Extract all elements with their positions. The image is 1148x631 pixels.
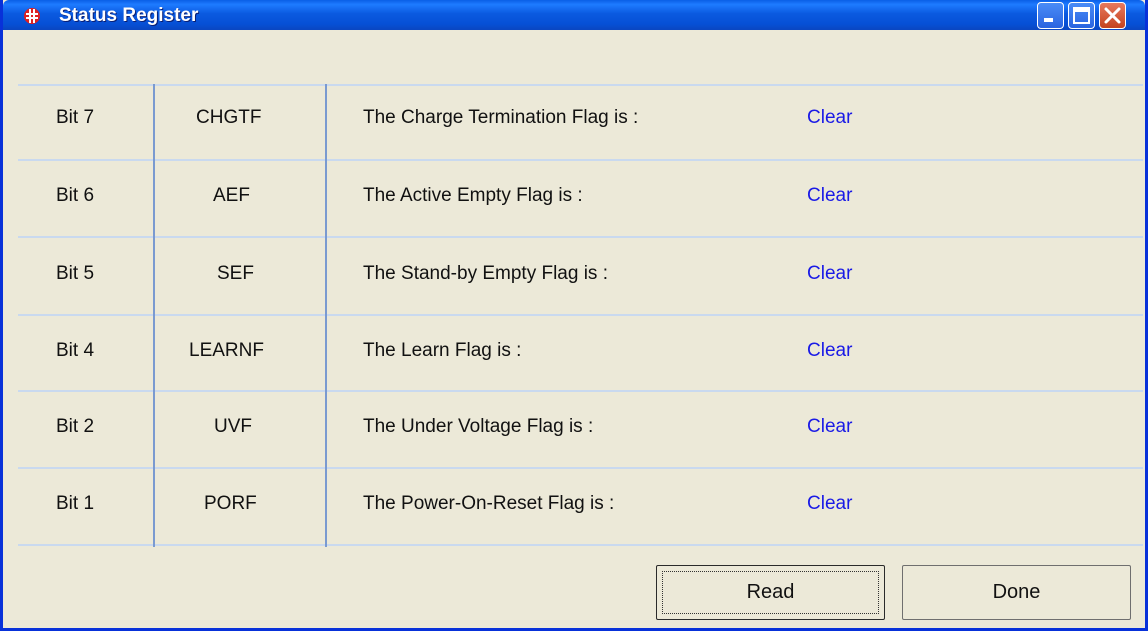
bit-label: Bit 4 xyxy=(56,340,95,361)
flag-description: The Charge Termination Flag is : xyxy=(363,107,639,128)
focus-ring xyxy=(662,571,879,614)
flag-name: PORF xyxy=(204,493,257,514)
row-divider xyxy=(18,467,1143,469)
maximize-button[interactable] xyxy=(1068,2,1095,29)
row-divider xyxy=(18,84,1143,86)
close-button[interactable] xyxy=(1099,2,1126,29)
flag-name: SEF xyxy=(217,263,254,284)
flag-description: The Learn Flag is : xyxy=(363,340,522,361)
flag-name: LEARNF xyxy=(189,340,264,361)
flag-name: CHGTF xyxy=(196,107,262,128)
flag-status: Clear xyxy=(807,416,853,437)
status-register-window: Status Register Bit 7 CHGTF The Charge T… xyxy=(0,0,1148,631)
flag-status: Clear xyxy=(807,493,853,514)
column-divider xyxy=(325,84,327,547)
title-bar[interactable]: Status Register xyxy=(3,0,1145,30)
done-button[interactable]: Done xyxy=(902,565,1131,620)
bit-label: Bit 5 xyxy=(56,263,95,284)
flag-name: AEF xyxy=(213,185,250,206)
bit-label: Bit 1 xyxy=(56,493,95,514)
bit-label: Bit 2 xyxy=(56,416,95,437)
flag-name: UVF xyxy=(214,416,252,437)
row-divider xyxy=(18,314,1143,316)
row-divider xyxy=(18,236,1143,238)
row-divider xyxy=(18,390,1143,392)
close-icon xyxy=(1104,7,1121,24)
maximize-icon xyxy=(1073,7,1090,24)
done-button-label: Done xyxy=(992,581,1041,603)
flag-status: Clear xyxy=(807,185,853,206)
row-divider xyxy=(18,159,1143,161)
flag-status: Clear xyxy=(807,340,853,361)
bit-label: Bit 7 xyxy=(56,107,95,128)
flag-description: The Stand-by Empty Flag is : xyxy=(363,263,608,284)
flag-description: The Under Voltage Flag is : xyxy=(363,416,594,437)
window-title: Status Register xyxy=(59,5,199,26)
row-divider xyxy=(18,544,1143,546)
column-divider xyxy=(153,84,155,547)
register-app-icon xyxy=(24,8,40,24)
bit-label: Bit 6 xyxy=(56,185,95,206)
minimize-button[interactable] xyxy=(1037,2,1064,29)
flag-description: The Power-On-Reset Flag is : xyxy=(363,493,615,514)
flag-description: The Active Empty Flag is : xyxy=(363,185,583,206)
read-button[interactable]: Read xyxy=(656,565,885,620)
minimize-icon xyxy=(1044,18,1053,22)
flag-status: Clear xyxy=(807,263,853,284)
status-table: Bit 7 CHGTF The Charge Termination Flag … xyxy=(18,84,1143,549)
flag-status: Clear xyxy=(807,107,853,128)
